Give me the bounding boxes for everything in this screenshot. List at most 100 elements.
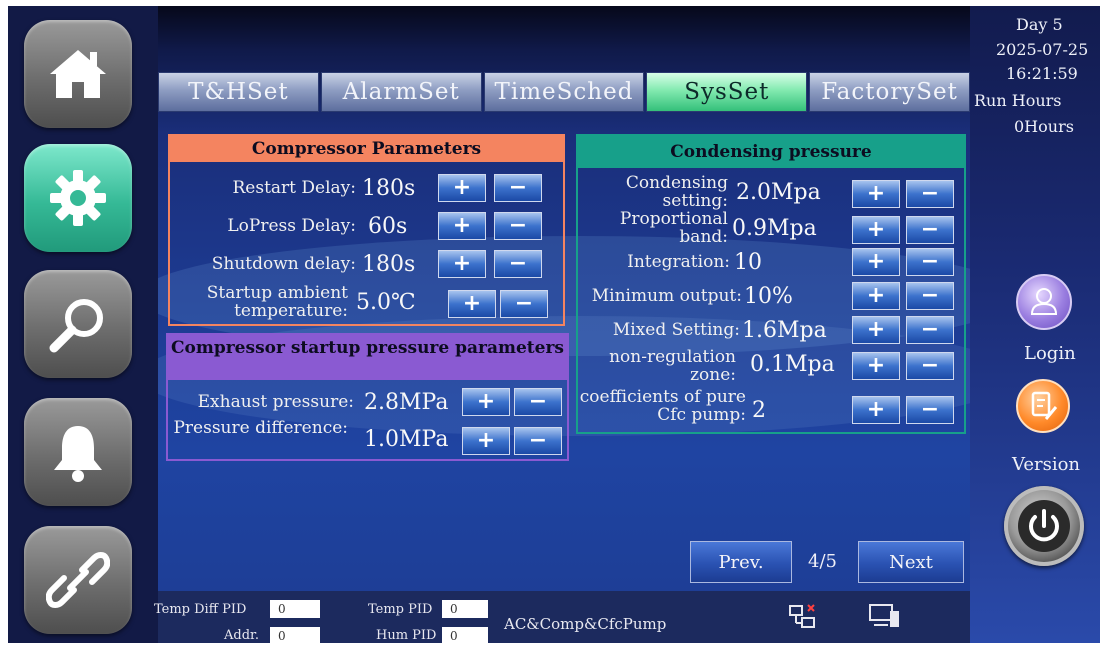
page-indicator: 4/5 bbox=[808, 551, 837, 572]
temp-diff-pid-value: 0 bbox=[270, 600, 320, 618]
proportional-band-row: Proportional band: 0.9Mpa + − bbox=[578, 210, 964, 246]
tab-th-set[interactable]: T&HSet bbox=[158, 72, 319, 112]
app-frame: T&HSet AlarmSet TimeSched SysSet Factory… bbox=[8, 6, 1100, 643]
nav-search-button[interactable] bbox=[24, 270, 132, 378]
lopress-delay-value: 60s bbox=[368, 213, 408, 239]
startup-ambient-temperature-value: 5.0℃ bbox=[356, 290, 416, 315]
addr-label: Addr. bbox=[224, 628, 259, 643]
lopress-delay-plus-button[interactable]: + bbox=[438, 212, 486, 240]
lopress-delay-row: LoPress Delay: 60s + − bbox=[170, 212, 563, 240]
restart-delay-value: 180s bbox=[362, 175, 416, 201]
shutdown-delay-label: Shutdown delay: bbox=[211, 254, 356, 274]
integration-plus-button[interactable]: + bbox=[852, 248, 900, 276]
pressure-difference-minus-button[interactable]: − bbox=[514, 427, 562, 455]
main-area: T&HSet AlarmSet TimeSched SysSet Factory… bbox=[158, 6, 970, 643]
addr-value: 0 bbox=[270, 627, 320, 643]
integration-minus-button[interactable]: − bbox=[906, 248, 954, 276]
home-icon bbox=[50, 50, 106, 98]
next-page-button[interactable]: Next bbox=[858, 541, 964, 583]
startup-ambient-temperature-plus-button[interactable]: + bbox=[448, 290, 496, 318]
integration-row: Integration: 10 + − bbox=[578, 248, 964, 276]
restart-delay-row: Restart Delay: 180s + − bbox=[170, 174, 563, 202]
devices-icon bbox=[869, 604, 899, 627]
minimum-output-label: Minimum output: bbox=[591, 286, 742, 306]
user-icon bbox=[1030, 288, 1058, 315]
mixed-setting-label: Mixed Setting: bbox=[612, 320, 740, 340]
tab-factory-set[interactable]: FactorySet bbox=[809, 72, 970, 112]
minimum-output-plus-button[interactable]: + bbox=[852, 282, 900, 310]
login-button[interactable] bbox=[1016, 274, 1072, 330]
shutdown-delay-value: 180s bbox=[362, 251, 416, 277]
shutdown-delay-plus-button[interactable]: + bbox=[438, 250, 486, 278]
version-label: Version bbox=[1012, 454, 1081, 475]
mixed-setting-row: Mixed Setting: 1.6Mpa + − bbox=[578, 316, 964, 344]
tab-sys-set[interactable]: SysSet bbox=[646, 72, 808, 112]
startup-ambient-temperature-minus-button[interactable]: − bbox=[500, 290, 548, 318]
pure-cfc-pump-plus-button[interactable]: + bbox=[852, 396, 900, 424]
startup-pressure-panel: Compressor startup pressure parameters E… bbox=[166, 333, 569, 461]
link-icon bbox=[46, 552, 110, 608]
condensing-setting-row: Condensing setting: 2.0Mpa + − bbox=[578, 174, 964, 210]
left-nav bbox=[8, 6, 158, 643]
restart-delay-label: Restart Delay: bbox=[232, 178, 356, 198]
pure-cfc-pump-minus-button[interactable]: − bbox=[906, 396, 954, 424]
restart-delay-plus-button[interactable]: + bbox=[438, 174, 486, 202]
exhaust-pressure-minus-button[interactable]: − bbox=[514, 388, 562, 416]
mixed-setting-plus-button[interactable]: + bbox=[852, 316, 900, 344]
nav-alarm-button[interactable] bbox=[24, 398, 132, 506]
startup-ambient-temperature-row: Startup ambient temperature: 5.0℃ + − bbox=[170, 284, 563, 322]
mixed-setting-minus-button[interactable]: − bbox=[906, 316, 954, 344]
exhaust-pressure-label: Exhaust pressure: bbox=[197, 392, 354, 412]
pressure-difference-label: Pressure difference: bbox=[173, 418, 348, 438]
power-icon bbox=[1018, 500, 1070, 552]
compressor-parameters-title: Compressor Parameters bbox=[170, 136, 563, 162]
nav-link-button[interactable] bbox=[24, 526, 132, 634]
pure-cfc-pump-row: coefficients of pure Cfc pump: 2 + − bbox=[578, 388, 964, 428]
non-regulation-zone-row: non-regulation zone: 0.1Mpa + − bbox=[578, 348, 964, 386]
pressure-difference-value: 1.0MPa bbox=[364, 427, 449, 452]
integration-label: Integration: bbox=[627, 252, 730, 272]
nav-home-button[interactable] bbox=[24, 20, 132, 128]
condensing-setting-minus-button[interactable]: − bbox=[906, 180, 954, 208]
pure-cfc-pump-value: 2 bbox=[752, 398, 766, 423]
unit-mode-text: AC&Comp&CfcPump bbox=[504, 615, 667, 633]
hum-pid-label: Hum PID bbox=[376, 628, 437, 643]
run-hours-value: 0Hours bbox=[1014, 117, 1074, 136]
non-regulation-zone-plus-button[interactable]: + bbox=[852, 352, 900, 380]
lopress-delay-minus-button[interactable]: − bbox=[494, 212, 542, 240]
proportional-band-minus-button[interactable]: − bbox=[906, 216, 954, 244]
condensing-setting-plus-button[interactable]: + bbox=[852, 180, 900, 208]
startup-pressure-title: Compressor startup pressure parameters bbox=[168, 335, 567, 380]
non-regulation-zone-minus-button[interactable]: − bbox=[906, 352, 954, 380]
hum-pid-value: 0 bbox=[442, 627, 488, 643]
non-regulation-zone-value: 0.1Mpa bbox=[750, 352, 835, 377]
tab-time-sched[interactable]: TimeSched bbox=[483, 72, 645, 112]
nav-settings-button[interactable] bbox=[24, 144, 132, 252]
non-regulation-zone-label: non-regulation zone: bbox=[609, 347, 736, 385]
search-icon bbox=[49, 299, 103, 353]
proportional-band-value: 0.9Mpa bbox=[732, 216, 817, 241]
pressure-difference-plus-button[interactable]: + bbox=[462, 427, 510, 455]
condensing-setting-label: Condensing setting: bbox=[625, 173, 728, 211]
bottom-status-bar: Temp Diff PID 0 Addr. 0 Temp PID 0 Hum P… bbox=[154, 591, 970, 643]
tab-alarm-set[interactable]: AlarmSet bbox=[320, 72, 482, 112]
network-disconnected-icon bbox=[789, 604, 815, 628]
restart-delay-minus-button[interactable]: − bbox=[494, 174, 542, 202]
document-edit-icon bbox=[1031, 391, 1058, 420]
exhaust-pressure-value: 2.8MPa bbox=[364, 389, 449, 415]
login-label: Login bbox=[1024, 343, 1076, 364]
minimum-output-minus-button[interactable]: − bbox=[906, 282, 954, 310]
pressure-difference-row: Pressure difference: 1.0MPa + − bbox=[168, 419, 567, 457]
proportional-band-plus-button[interactable]: + bbox=[852, 216, 900, 244]
power-button[interactable] bbox=[1004, 486, 1084, 566]
lopress-delay-label: LoPress Delay: bbox=[227, 216, 356, 236]
run-hours-label: Run Hours bbox=[974, 91, 1062, 110]
exhaust-pressure-plus-button[interactable]: + bbox=[462, 388, 510, 416]
prev-page-button[interactable]: Prev. bbox=[690, 541, 792, 583]
version-button[interactable] bbox=[1016, 379, 1070, 433]
right-status-panel: Day 5 2025-07-25 16:21:59 Run Hours 0Hou… bbox=[970, 6, 1100, 643]
condensing-setting-value: 2.0Mpa bbox=[736, 180, 821, 205]
current-date: 2025-07-25 bbox=[996, 40, 1089, 59]
shutdown-delay-minus-button[interactable]: − bbox=[494, 250, 542, 278]
proportional-band-label: Proportional band: bbox=[619, 209, 728, 247]
